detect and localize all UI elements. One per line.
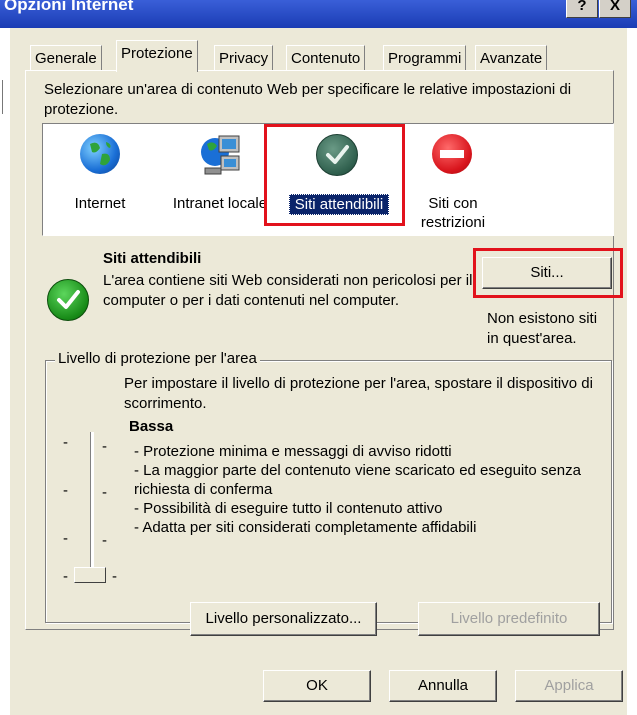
tab-generale[interactable]: Generale <box>30 45 102 71</box>
security-level-name: Bassa <box>129 418 174 435</box>
slider-tick: - <box>102 438 107 455</box>
slider-tick: - <box>63 434 68 451</box>
slider-tick: - <box>102 532 107 549</box>
zone-label-restricted: Siti con restrizioni <box>420 195 486 231</box>
window-left-edge <box>0 28 10 715</box>
custom-level-button[interactable]: Livello personalizzato... <box>190 602 377 636</box>
zone-details-description: L'area contiene siti Web considerati non… <box>103 272 473 309</box>
slider-tick: - <box>63 530 68 547</box>
tab-contenuto[interactable]: Contenuto <box>286 45 366 71</box>
level-bullet: - Protezione minima e messaggi di avviso… <box>134 443 452 460</box>
security-level-slider[interactable]: - - - - - - - - <box>60 428 130 588</box>
cancel-button[interactable]: Annulla <box>389 670 497 702</box>
tab-avanzate[interactable]: Avanzate <box>475 45 548 71</box>
security-level-description: - Protezione minima e messaggi di avviso… <box>134 442 604 537</box>
ok-button[interactable]: OK <box>263 670 371 702</box>
highlight-sites-button <box>473 248 623 298</box>
slider-thumb[interactable] <box>74 567 106 583</box>
tab-privacy[interactable]: Privacy <box>214 45 274 71</box>
security-level-group-label: Livello di protezione per l'area <box>55 350 260 367</box>
slider-track <box>90 432 94 580</box>
tab-protezione[interactable]: Protezione <box>116 40 198 72</box>
network-computer-icon <box>199 134 243 178</box>
slider-tick: - <box>63 568 68 585</box>
window-title: Opzioni Internet <box>4 0 134 14</box>
security-level-instruction: Per impostare il livello di protezione p… <box>124 375 593 412</box>
zone-label-internet: Internet <box>74 195 126 212</box>
level-bullet: - La maggior parte del contenuto viene s… <box>134 462 581 498</box>
globe-icon <box>80 134 120 174</box>
level-bullet: - Possibilità di eseguire tutto il conte… <box>134 500 443 517</box>
slider-tick: - <box>102 484 107 501</box>
slider-tick: - <box>112 568 117 585</box>
zone-check-icon <box>47 279 89 321</box>
slider-tick: - <box>63 482 68 499</box>
zone-details-title: Siti attendibili <box>103 250 202 267</box>
tab-programmi[interactable]: Programmi <box>383 45 467 71</box>
default-level-button[interactable]: Livello predefinito <box>418 602 600 636</box>
help-button[interactable]: ? <box>566 0 598 18</box>
edge-mark <box>2 80 3 114</box>
close-button[interactable]: X <box>599 0 631 18</box>
highlight-trusted-zone <box>264 124 405 226</box>
level-bullet: - Adatta per siti considerati completame… <box>134 519 477 536</box>
apply-button[interactable]: Applica <box>515 670 623 702</box>
zone-instruction: Selezionare un'area di contenuto Web per… <box>44 81 572 118</box>
restricted-icon <box>432 134 472 174</box>
no-sites-note: Non esistono siti in quest'area. <box>487 310 598 347</box>
